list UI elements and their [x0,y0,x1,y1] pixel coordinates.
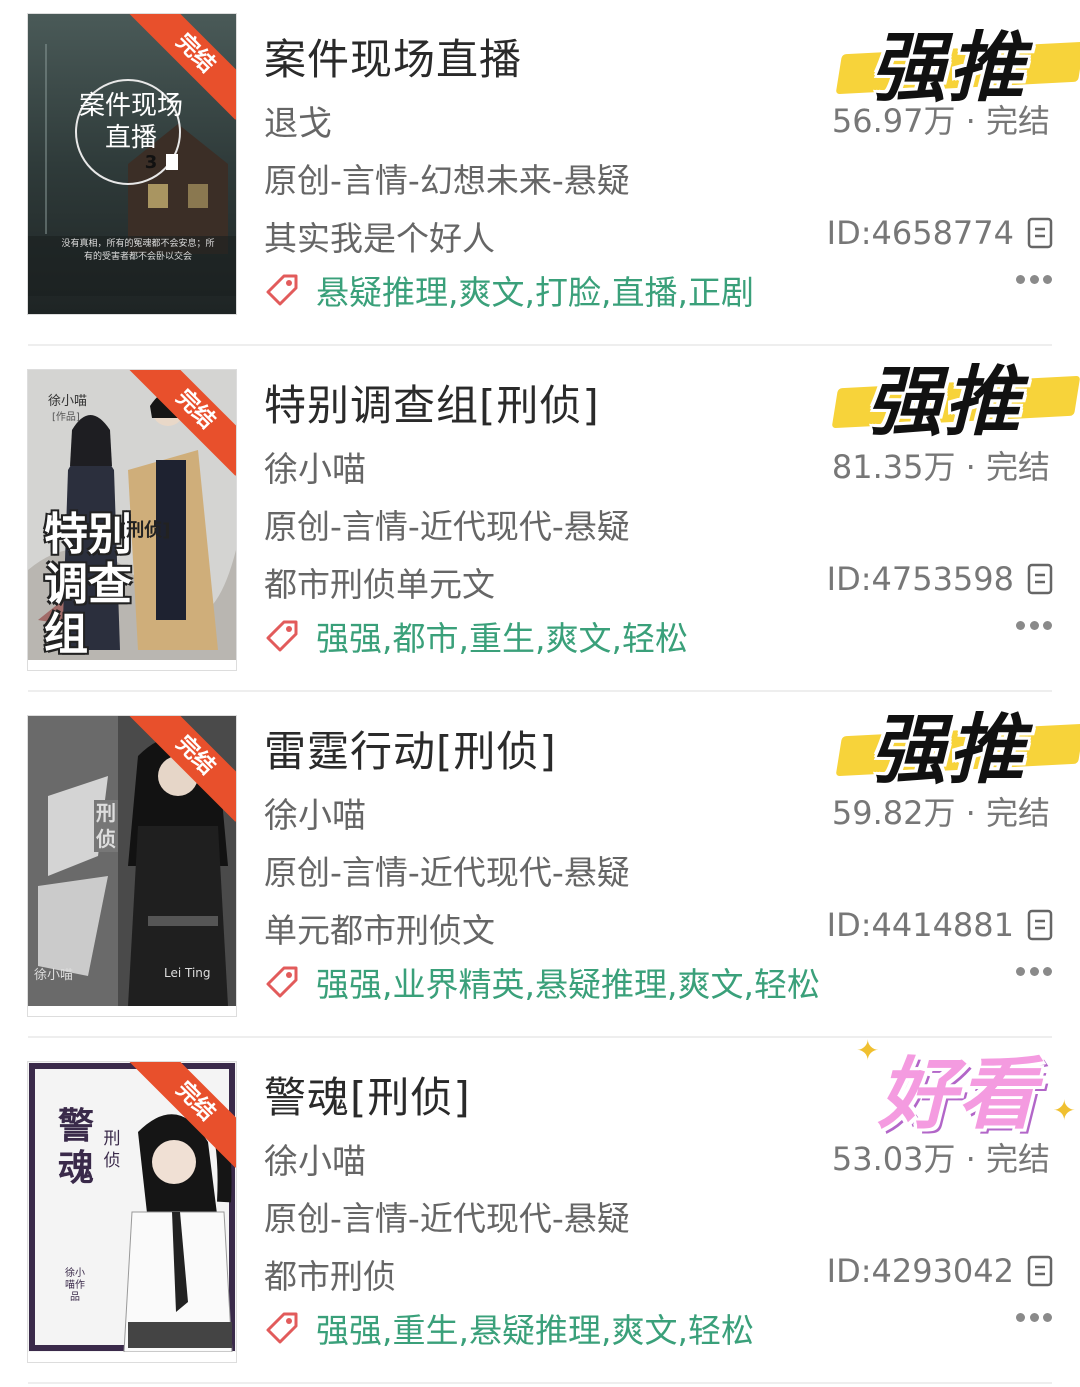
book-id: ID:4293042 [826,1252,1014,1290]
more-icon[interactable] [1016,1310,1052,1324]
cover-title: 案件现场直播 [78,91,183,153]
tag-icon [266,966,298,998]
tag-row: 强强,重生,悬疑推理,爽文,轻松 [262,1304,754,1352]
cover-author: 徐小喵 [34,968,74,983]
book-item[interactable]: 警魂 刑侦 徐小喵作品 完结 警魂[刑侦] 徐小喵 原创-言情-近代现代-悬疑 … [0,1034,1080,1384]
more-icon[interactable] [1016,964,1052,978]
copy-icon[interactable] [1026,1254,1054,1288]
book-title[interactable]: 雷霆行动[刑侦] [264,718,557,779]
book-author[interactable]: 徐小喵 [264,1134,366,1183]
recommend-sticker: 强推 [830,686,1080,794]
id-row: ID:4753598 [827,560,1054,598]
book-genre: 原创-言情-近代现代-悬疑 [264,507,630,546]
cover-text: 没有真相，所有的冤魂都不会安息；所有的受害者都不会卧以交会 [61,239,215,262]
book-title[interactable]: 案件现场直播 [264,26,522,87]
book-title[interactable]: 警魂[刑侦] [264,1064,471,1125]
cover-author: 徐小喵 [48,394,88,409]
cover-volume: 3 [144,152,158,173]
cover-sub: 刑侦 [103,1129,121,1171]
book-id: ID:4658774 [826,214,1014,252]
book-cover[interactable]: 刑侦 徐小喵 Lei Ting 完结 [28,716,236,1016]
tag-icon [266,274,298,306]
book-tags[interactable]: 悬疑推理,爽文,打脸,直播,正剧 [316,266,754,314]
good-sticker: ✦ ✦ 好看 [856,1034,1076,1140]
book-item[interactable]: 刑侦 徐小喵 Lei Ting 完结 雷霆行动[刑侦] 徐小喵 原创-言情-近代… [0,692,1080,1038]
book-genre: 原创-言情-幻想未来-悬疑 [264,161,630,200]
id-row: ID:4293042 [827,1252,1054,1290]
more-icon[interactable] [1016,272,1052,286]
copy-icon[interactable] [1026,908,1054,942]
copy-icon[interactable] [1026,562,1054,596]
book-title[interactable]: 特别调查组[刑侦] [264,372,600,433]
book-cover[interactable]: 案件现场直播 3 没有真相，所有的冤魂都不会安息；所有的受害者都不会卧以交会 完… [28,14,236,314]
book-tags[interactable]: 强强,重生,悬疑推理,爽文,轻松 [316,1304,754,1352]
tag-icon [266,620,298,652]
tag-row: 强强,都市,重生,爽文,轻松 [262,612,688,660]
book-item[interactable]: 徐小喵 [作品] 特别调查组 [刑侦] 完结 特别调查组[刑侦] 徐小喵 原创-… [0,346,1080,692]
book-cover[interactable]: 警魂 刑侦 徐小喵作品 完结 [28,1062,236,1362]
book-cover[interactable]: 徐小喵 [作品] 特别调查组 [刑侦] 完结 [28,370,236,670]
book-description: 都市刑侦 [264,1257,396,1296]
book-item[interactable]: 案件现场直播 3 没有真相，所有的冤魂都不会安息；所有的受害者都不会卧以交会 完… [0,0,1080,346]
book-genre: 原创-言情-近代现代-悬疑 [264,853,630,892]
book-tags[interactable]: 强强,都市,重生,爽文,轻松 [316,612,688,660]
tag-icon [266,1312,298,1344]
sparkle-icon: ✦ [856,1034,880,1067]
cover-sub: [刑侦] [118,520,171,541]
cover-sub: 刑侦 [94,800,118,852]
sparkle-icon: ✦ [1052,1094,1076,1127]
divider [28,1382,1052,1384]
more-icon[interactable] [1016,618,1052,632]
recommend-sticker: 强推 [830,4,1080,112]
book-genre: 原创-言情-近代现代-悬疑 [264,1199,630,1238]
book-list: 案件现场直播 3 没有真相，所有的冤魂都不会安息；所有的受害者都不会卧以交会 完… [0,0,1080,1387]
recommend-sticker: 强推 [826,338,1080,446]
book-description: 其实我是个好人 [264,219,495,258]
tag-row: 悬疑推理,爽文,打脸,直播,正剧 [262,266,754,314]
book-author[interactable]: 退戈 [264,96,332,145]
cover-author-note: [作品] [52,412,80,423]
cover-author: 徐小喵作品 [65,1268,85,1303]
id-row: ID:4658774 [827,214,1054,252]
book-description: 都市刑侦单元文 [264,565,495,604]
copy-icon[interactable] [1026,216,1054,250]
id-row: ID:4414881 [827,906,1054,944]
book-author[interactable]: 徐小喵 [264,788,366,837]
book-tags[interactable]: 强强,业界精英,悬疑推理,爽文,轻松 [316,958,820,1006]
cover-title: 警魂 [57,1106,94,1189]
book-author[interactable]: 徐小喵 [264,442,366,491]
book-description: 单元都市刑侦文 [264,911,495,950]
cover-author-en: Lei Ting [164,966,211,980]
book-id: ID:4414881 [826,906,1014,944]
tag-row: 强强,业界精英,悬疑推理,爽文,轻松 [262,958,820,1006]
book-id: ID:4753598 [826,560,1014,598]
